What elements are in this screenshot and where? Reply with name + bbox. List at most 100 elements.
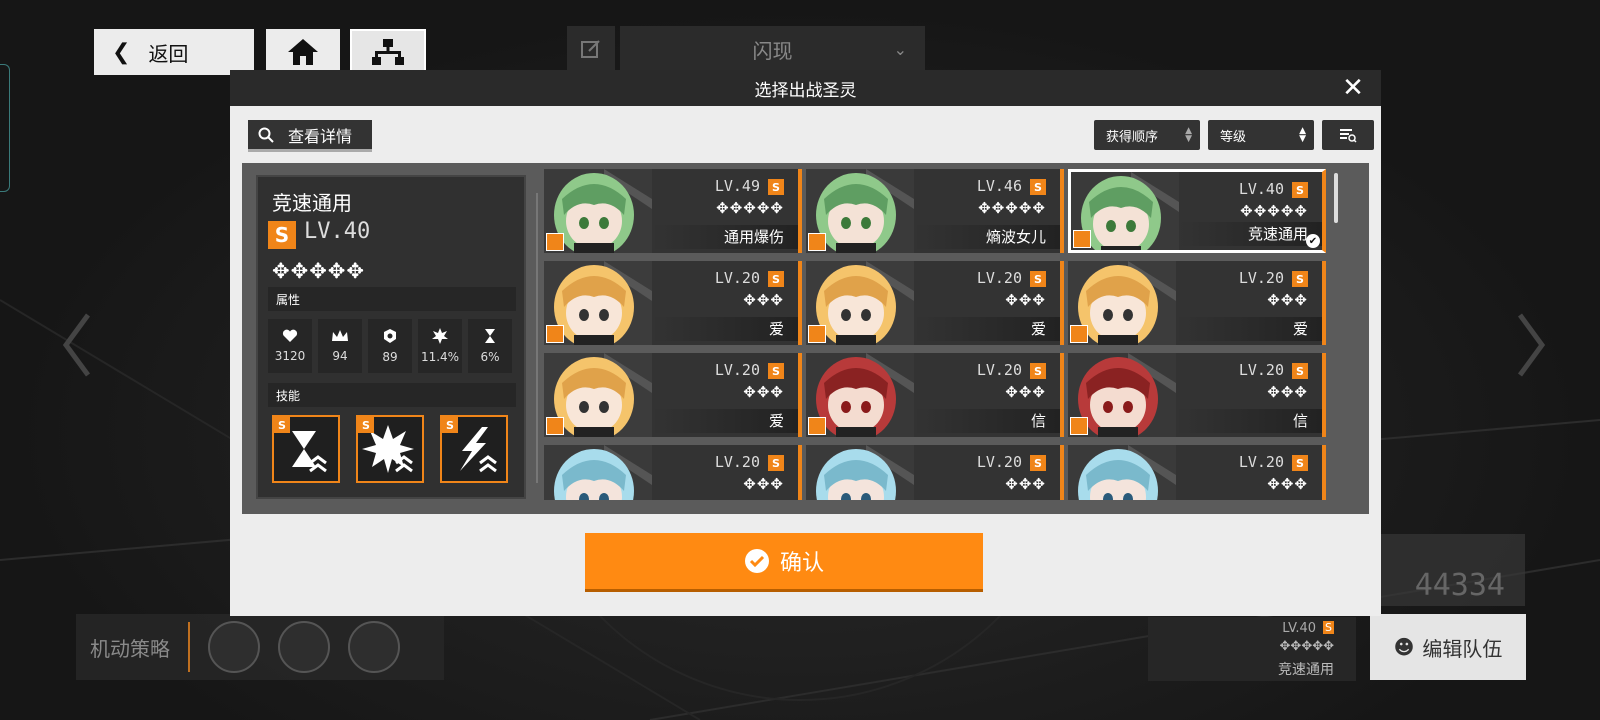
card-stars: ✥✥✥: [1267, 383, 1308, 401]
card-rank-badge: S: [1292, 271, 1308, 287]
spirit-card[interactable]: LV.20 S ✥✥✥ 信: [1068, 353, 1326, 437]
spirit-card[interactable]: LV.40 S ✥✥✥✥✥ 竞速通用 ✔: [1068, 169, 1326, 253]
grid-scrollbar[interactable]: [1334, 173, 1338, 223]
confirm-button[interactable]: 确认: [585, 533, 983, 589]
card-stars: ✥✥✥✥✥: [978, 199, 1046, 217]
card-level: LV.40: [1238, 180, 1284, 198]
spirit-card[interactable]: LV.20 S ✥✥✥: [1068, 445, 1326, 500]
card-stars: ✥✥✥: [743, 475, 784, 493]
sort-arrows-icon: ▲ ▼: [1185, 126, 1192, 144]
spirit-card[interactable]: LV.20 S ✥✥✥: [806, 445, 1064, 500]
skill-slot-3[interactable]: S: [440, 415, 508, 483]
card-level: LV.20: [976, 361, 1022, 379]
card-stars: ✥✥✥: [1005, 475, 1046, 493]
panel-divider: [536, 193, 538, 483]
edit-team-button[interactable]: ☻ 编辑队伍: [1370, 614, 1526, 680]
selection-area: 竞速通用 S LV.40 ✥✥✥✥✥ 属性 3120 94 89 11.4% 6…: [242, 163, 1369, 514]
card-level: LV.46: [976, 177, 1022, 195]
filter-button[interactable]: [1322, 120, 1374, 150]
stat-cooldown: 6%: [468, 319, 512, 373]
mini-card-stars: ✥✥✥✥✥: [1279, 639, 1334, 654]
rank-badge: S: [268, 221, 296, 249]
stat-cooldown-value: 6%: [480, 350, 500, 364]
left-edge-panel: [0, 64, 10, 192]
spirit-name: 竞速通用: [272, 191, 352, 215]
card-level: LV.20: [1238, 453, 1284, 471]
stat-attack: 94: [318, 319, 362, 373]
spirit-card[interactable]: LV.20 S ✥✥✥ 爱: [544, 261, 802, 345]
favorite-icon: [546, 417, 564, 435]
document-icon[interactable]: [348, 621, 400, 673]
close-icon[interactable]: ✕: [1339, 73, 1367, 103]
spirit-card[interactable]: LV.20 S ✥✥✥ 信: [806, 353, 1064, 437]
lead-spirit-card[interactable]: LV.40 S ✥✥✥✥✥ 竞速通用: [1148, 617, 1356, 681]
card-stars: ✥✥✥✥✥: [1240, 202, 1308, 220]
card-rank-badge: S: [1030, 363, 1046, 379]
card-level: LV.20: [1238, 361, 1284, 379]
stat-defense-value: 89: [382, 350, 398, 364]
skill-rank-badge: S: [442, 417, 458, 433]
stat-hp: 3120: [268, 319, 312, 373]
spirit-portrait: [806, 445, 914, 500]
skills-header: 技能: [268, 383, 516, 407]
card-rank-badge: S: [1292, 182, 1308, 198]
home-icon: [288, 39, 318, 65]
card-stars: ✥✥✥: [743, 383, 784, 401]
card-rank-badge: S: [768, 179, 784, 195]
card-rank-badge: S: [1030, 271, 1046, 287]
modal-header: 选择出战圣灵 ✕: [230, 70, 1381, 106]
modal-title: 选择出战圣灵: [754, 80, 857, 101]
sort-field-select[interactable]: 等级 ▲ ▼: [1208, 120, 1314, 150]
card-name: 信: [914, 409, 1060, 433]
sort-order-select[interactable]: 获得顺序 ▲ ▼: [1094, 120, 1200, 150]
spirit-card[interactable]: LV.49 S ✥✥✥✥✥ 通用爆伤: [544, 169, 802, 253]
sort-field-label: 等级: [1220, 129, 1247, 145]
favorite-icon: [546, 325, 564, 343]
card-stars: ✥✥✥: [743, 291, 784, 309]
card-name: 爱: [652, 317, 798, 341]
spirit-card[interactable]: LV.20 S ✥✥✥ 爱: [544, 353, 802, 437]
prev-arrow-icon[interactable]: [58, 310, 98, 380]
card-stars: ✥✥✥: [1005, 291, 1046, 309]
stat-crit: 11.4%: [418, 319, 462, 373]
skill-slot-2[interactable]: S: [356, 415, 424, 483]
favorite-icon: [808, 325, 826, 343]
edit-icon: [581, 40, 600, 58]
spirit-card[interactable]: LV.20 S ✥✥✥ 爱: [806, 261, 1064, 345]
favorite-icon: [808, 233, 826, 251]
card-stars: ✥✥✥✥✥: [716, 199, 784, 217]
back-label: 返回: [148, 41, 189, 66]
attributes-header: 属性: [268, 287, 516, 311]
favorite-icon: [1070, 325, 1088, 343]
spirit-portrait: [1068, 445, 1176, 500]
sort-order-label: 获得顺序: [1106, 129, 1159, 145]
card-name: 竞速通用: [1179, 222, 1322, 246]
heart-icon: [282, 329, 298, 342]
home-button[interactable]: [266, 29, 340, 75]
view-details-button[interactable]: 查看详情: [248, 120, 372, 152]
spirit-card[interactable]: LV.46 S ✥✥✥✥✥ 熵波女儿: [806, 169, 1064, 253]
skill-slot-1[interactable]: S: [272, 415, 340, 483]
hierarchy-button[interactable]: [350, 29, 426, 75]
crown-icon: [332, 330, 348, 341]
spirit-select-modal: 选择出战圣灵 ✕ 查看详情 获得顺序 ▲ ▼ 等级 ▲ ▼ 竞速通用 S LV.40…: [230, 70, 1381, 616]
card-name: 熵波女儿: [914, 225, 1060, 249]
card-level: LV.20: [714, 453, 760, 471]
filter-list-icon: [1340, 129, 1357, 143]
check-circle-icon: [744, 549, 769, 573]
spirit-card[interactable]: LV.20 S ✥✥✥ 爱: [1068, 261, 1326, 345]
shield-hex-icon: [384, 329, 396, 343]
stat-hp-value: 3120: [274, 349, 306, 363]
spirit-card[interactable]: LV.20 S ✥✥✥: [544, 445, 802, 500]
card-stars: ✥✥✥: [1267, 291, 1308, 309]
back-button[interactable]: ❮ 返回: [94, 29, 254, 75]
card-name: 爱: [914, 317, 1060, 341]
next-arrow-icon[interactable]: [1510, 310, 1550, 380]
strategy-skill-icon[interactable]: [208, 621, 260, 673]
card-stars: ✥✥✥: [1005, 383, 1046, 401]
mode-select[interactable]: 闪现 ⌄: [620, 26, 925, 72]
hierarchy-icon: [372, 39, 404, 65]
stat-attack-value: 94: [332, 349, 348, 363]
tornado-icon[interactable]: [278, 621, 330, 673]
edit-button[interactable]: [567, 26, 615, 72]
